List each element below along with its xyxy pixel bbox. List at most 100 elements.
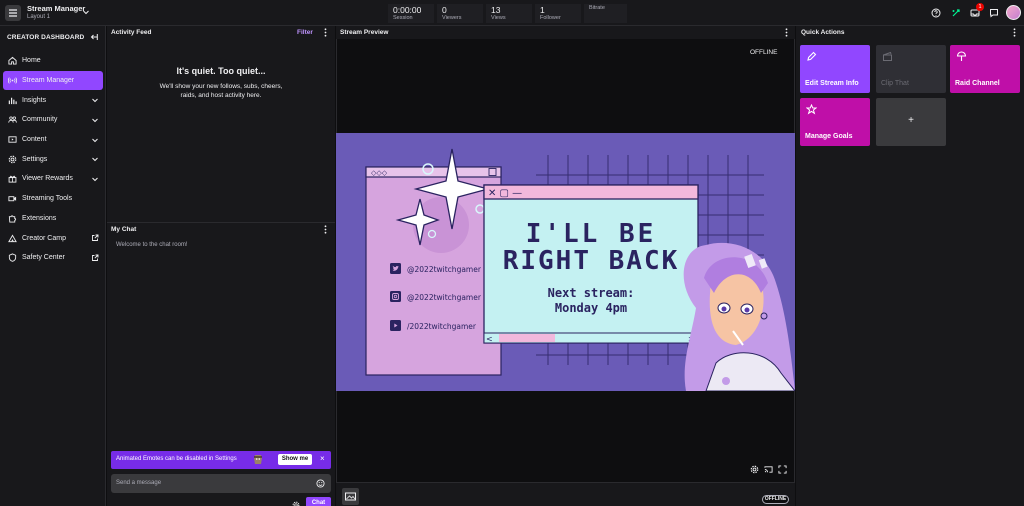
- stream-thumbnail[interactable]: [342, 488, 359, 505]
- crowd-chant-icon[interactable]: [951, 8, 961, 18]
- stat-views: 13 Views: [486, 4, 532, 23]
- offline-status-pill: OFFLINE: [762, 495, 789, 504]
- preview-footer: [336, 482, 795, 506]
- raid-channel-tile[interactable]: Raid Channel: [950, 45, 1020, 93]
- sidebar-item-label: Home: [22, 57, 41, 65]
- community-icon: [8, 116, 17, 124]
- sidebar-heading: CREATOR DASHBOARD: [7, 34, 85, 41]
- user-avatar[interactable]: [1006, 5, 1021, 20]
- add-quick-action-tile[interactable]: +: [876, 98, 946, 146]
- twitter-handle: @2022twitchgamer: [407, 265, 482, 274]
- svg-text:<: <: [486, 335, 493, 344]
- sidebar-nav: Home Stream Manager Insights Community C…: [3, 51, 103, 268]
- youtube-handle: /2022twitchgamer: [407, 322, 477, 331]
- creator-dashboard-sidebar: CREATOR DASHBOARD Home Stream Manager In…: [0, 26, 106, 506]
- chevron-down-icon[interactable]: [82, 8, 90, 16]
- stream-manager-title[interactable]: Stream Manager: [27, 4, 85, 13]
- whispers-icon[interactable]: [989, 8, 999, 18]
- sidebar-item-label: Viewer Rewards: [22, 175, 73, 183]
- chat-send-button[interactable]: Chat: [306, 497, 331, 506]
- sidebar-item-safety-center[interactable]: Safety Center: [3, 248, 103, 268]
- sidebar-item-label: Extensions: [22, 214, 57, 222]
- preview-settings-icon[interactable]: [750, 465, 759, 474]
- shield-icon: [8, 253, 17, 262]
- chat-settings-icon[interactable]: [292, 501, 300, 506]
- clip-icon: [883, 51, 892, 61]
- stream-stats: 0:00:00 Session 0 Viewers 13 Views 1 Followe…: [388, 4, 627, 23]
- activity-filter-button[interactable]: Filter: [297, 29, 313, 36]
- chevron-down-icon: [92, 99, 98, 103]
- chevron-down-icon: [92, 118, 98, 123]
- manage-goals-tile[interactable]: Manage Goals: [800, 98, 870, 146]
- chat-welcome-message: Welcome to the chat room!: [116, 242, 188, 248]
- star-icon: [806, 104, 817, 115]
- extensions-icon: [8, 215, 17, 223]
- next-stream-time: Monday 4pm: [555, 301, 627, 315]
- stat-bitrate: Bitrate: [584, 4, 627, 23]
- creator-camp-icon: [8, 233, 17, 242]
- chat-more-options-icon[interactable]: [324, 225, 327, 234]
- sidebar-item-creator-camp[interactable]: Creator Camp: [3, 228, 103, 248]
- notification-badge: 1: [976, 3, 984, 11]
- top-bar: Stream Manager Layout 1 0:00:00 Session 0…: [0, 0, 1024, 26]
- activity-more-options-icon[interactable]: [324, 28, 327, 37]
- chat-input-placeholder: Send a message: [116, 480, 162, 486]
- camera-icon: [8, 196, 17, 202]
- emote-picker-icon[interactable]: [316, 479, 325, 488]
- sidebar-item-insights[interactable]: Insights: [3, 90, 103, 110]
- activity-empty-title: It's quiet. Too quiet...: [176, 66, 266, 76]
- next-stream-label: Next stream:: [548, 286, 635, 300]
- external-link-icon: [92, 234, 99, 242]
- clip-that-tile[interactable]: Clip That: [876, 45, 946, 93]
- sidebar-item-label: Streaming Tools: [22, 195, 73, 203]
- sidebar-item-label: Settings: [22, 155, 48, 163]
- help-icon[interactable]: [931, 8, 941, 18]
- sidebar-item-label: Community: [22, 116, 58, 124]
- rewards-icon: [8, 176, 17, 184]
- close-notice-icon[interactable]: ×: [320, 455, 327, 463]
- activity-empty-description: We'll show your new follows, subs, cheer…: [159, 83, 283, 99]
- cast-icon[interactable]: [764, 465, 773, 474]
- sidebar-item-label: Content: [22, 136, 47, 144]
- emote-face-icon: [254, 455, 262, 464]
- broadcast-icon: [8, 77, 17, 84]
- sidebar-item-label: Stream Manager: [22, 77, 75, 85]
- sidebar-item-stream-manager[interactable]: Stream Manager: [3, 70, 103, 91]
- preview-more-options-icon[interactable]: [785, 28, 788, 37]
- instagram-handle: @2022twitchgamer: [407, 293, 482, 302]
- be-right-back-screen: ◇◇◇ @2022twitchgamer @2022twitchgamer /2…: [336, 133, 795, 391]
- chevron-down-icon: [92, 138, 98, 142]
- emote-notice-text: Animated Emotes can be disabled in Setti…: [116, 456, 237, 462]
- chevron-down-icon: [92, 158, 98, 162]
- image-icon: [345, 492, 356, 501]
- raid-icon: [956, 51, 967, 61]
- menu-button[interactable]: [5, 5, 21, 21]
- plus-icon: +: [908, 115, 914, 126]
- external-link-icon: [92, 254, 99, 261]
- animated-emotes-notice: Animated Emotes can be disabled in Setti…: [111, 451, 331, 469]
- stat-session: 0:00:00 Session: [388, 4, 434, 23]
- sidebar-item-content[interactable]: Content: [3, 130, 103, 150]
- collapse-sidebar-icon[interactable]: [90, 33, 98, 41]
- quick-actions-more-icon[interactable]: [1013, 28, 1016, 37]
- sidebar-item-viewer-rewards[interactable]: Viewer Rewards: [3, 169, 103, 189]
- sidebar-item-settings[interactable]: Settings: [3, 149, 103, 169]
- sidebar-item-label: Creator Camp: [22, 234, 66, 242]
- brb-line-2: RIGHT BACK: [503, 246, 680, 276]
- edit-stream-info-tile[interactable]: Edit Stream Info: [800, 45, 870, 93]
- svg-text:✕ ▢ —: ✕ ▢ —: [488, 188, 522, 199]
- chat-panel: My Chat Welcome to the chat room! Animat…: [107, 222, 335, 506]
- sidebar-item-home[interactable]: Home: [3, 51, 103, 71]
- sidebar-item-streaming-tools[interactable]: Streaming Tools: [3, 189, 103, 209]
- gear-icon: [8, 155, 17, 164]
- content-icon: [8, 136, 17, 143]
- sidebar-item-label: Insights: [22, 96, 47, 104]
- stream-preview-title: Stream Preview: [336, 26, 795, 39]
- chat-message-input[interactable]: Send a message: [111, 474, 331, 493]
- fullscreen-icon[interactable]: [778, 465, 787, 474]
- sidebar-item-extensions[interactable]: Extensions: [3, 209, 103, 229]
- layout-name: Layout 1: [27, 14, 51, 20]
- sidebar-item-label: Safety Center: [22, 254, 65, 262]
- sidebar-item-community[interactable]: Community: [3, 110, 103, 130]
- show-me-button[interactable]: Show me: [278, 454, 312, 465]
